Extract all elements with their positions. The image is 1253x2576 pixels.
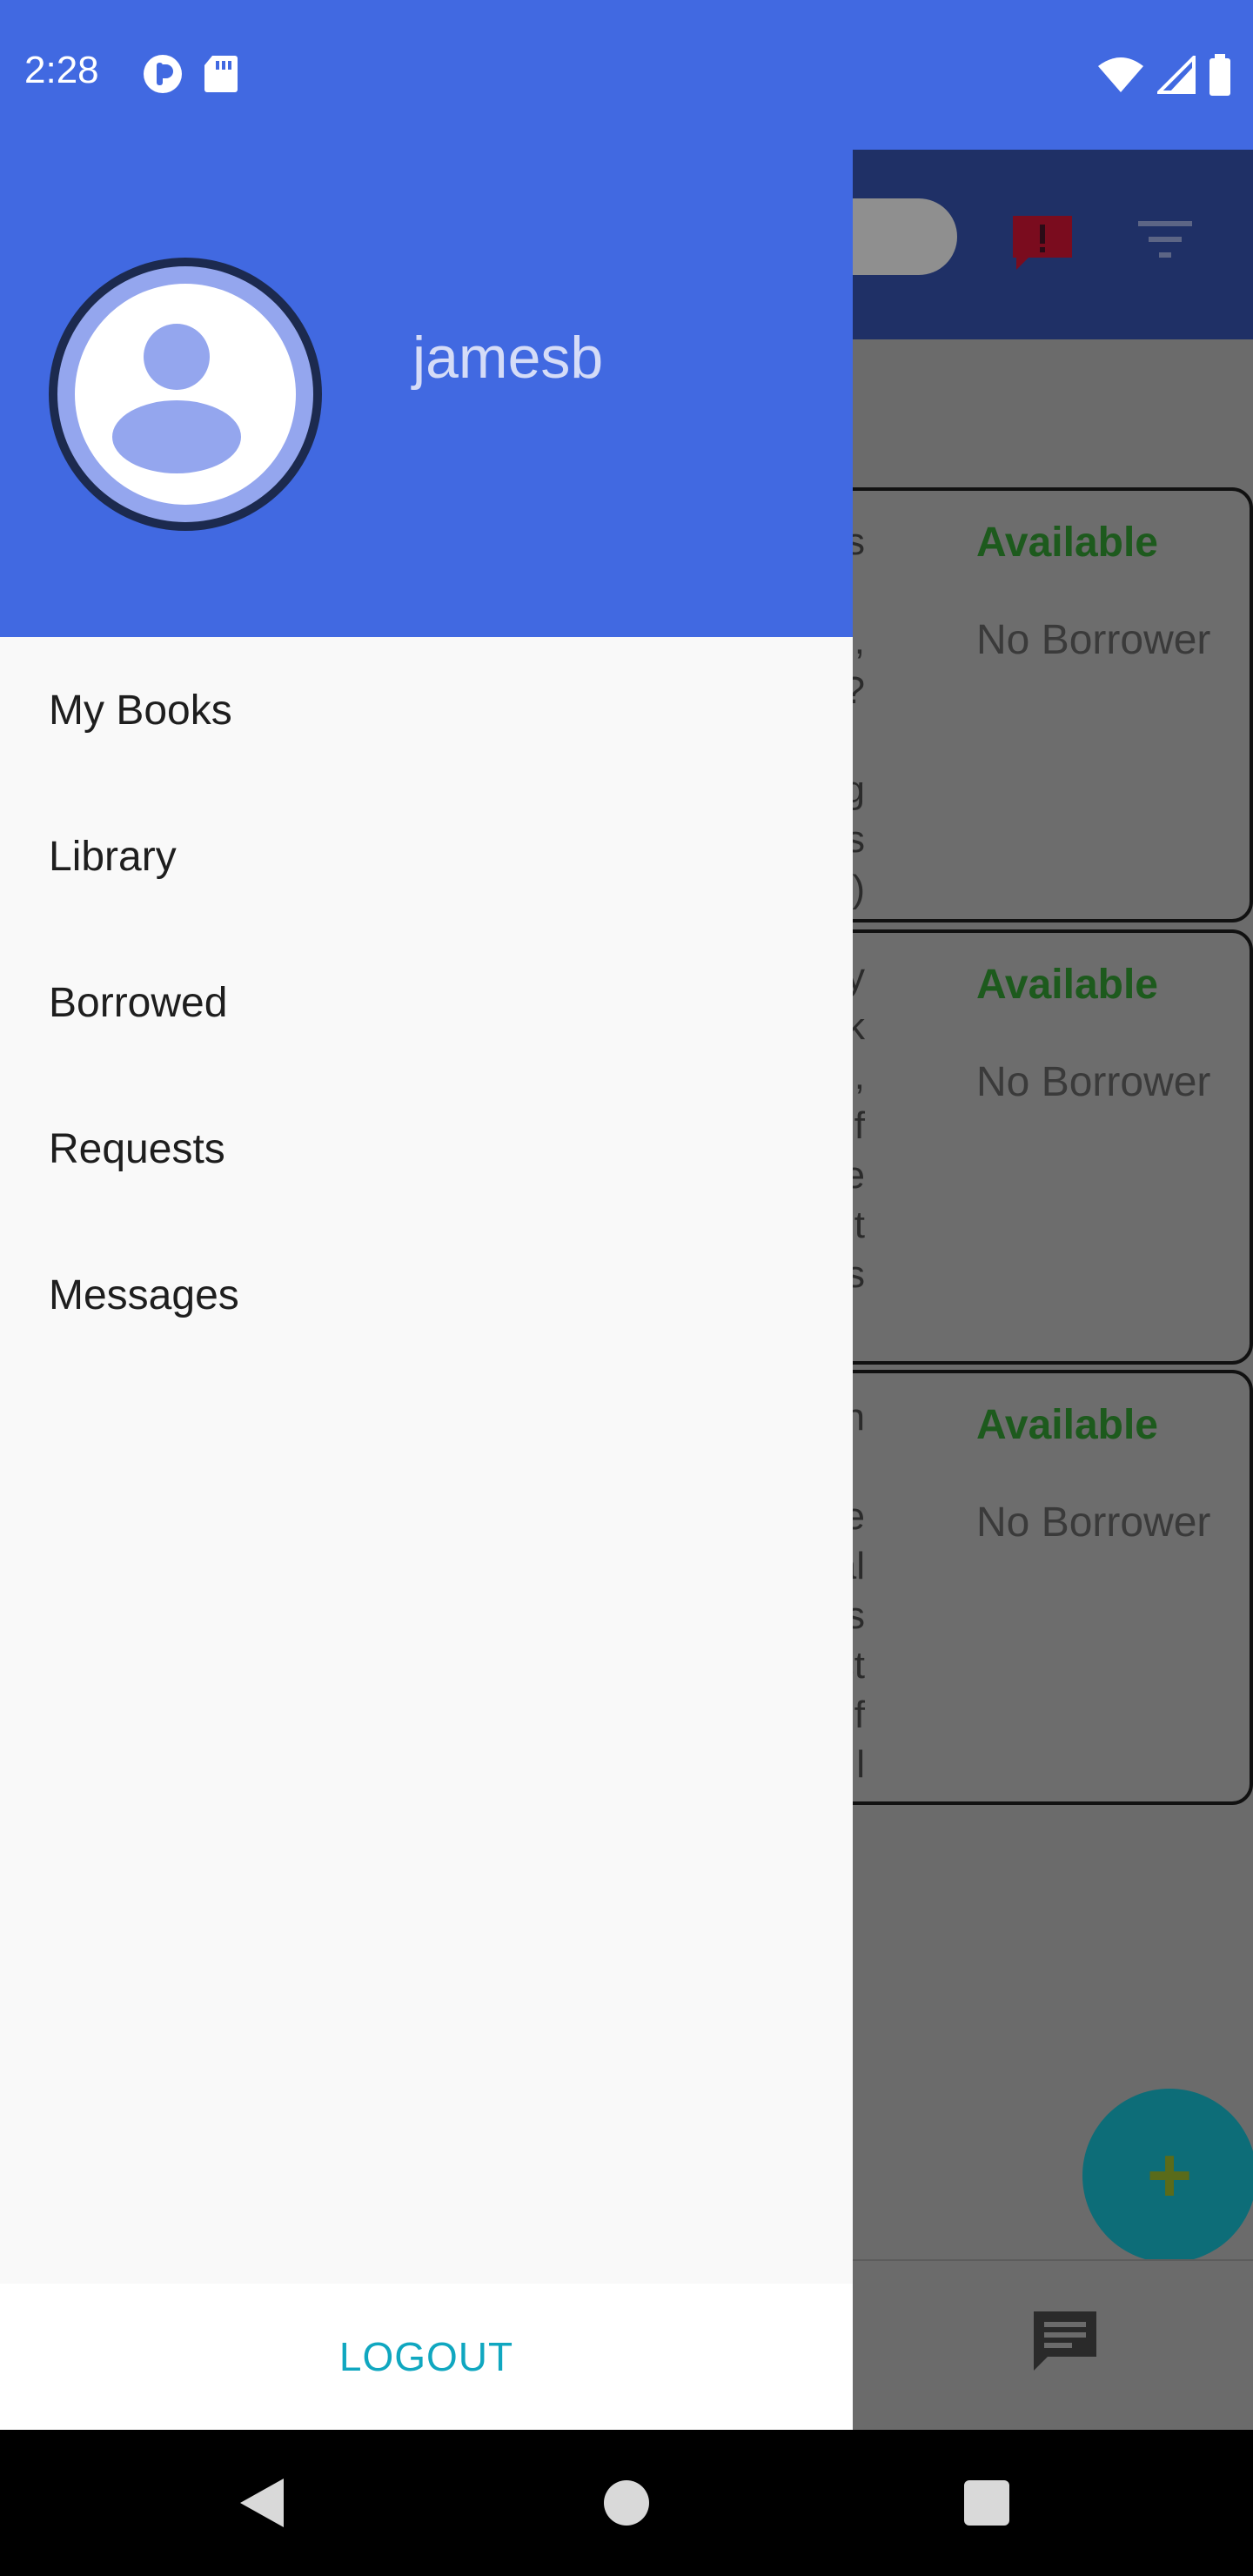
- recents-icon[interactable]: [964, 2480, 1009, 2526]
- status-bar: 2:28: [0, 0, 1253, 150]
- system-nav-bar: [0, 2430, 1253, 2576]
- borrower-text: No Borrower: [976, 1059, 1211, 1105]
- menu-item-borrowed[interactable]: Borrowed: [0, 929, 853, 1076]
- battery-icon: [1208, 54, 1232, 100]
- username: jamesb: [412, 325, 604, 391]
- chat-icon[interactable]: [1030, 2308, 1100, 2378]
- status-time: 2:28: [24, 49, 99, 91]
- status-badge: Available: [976, 1402, 1158, 1448]
- alert-icon[interactable]: [1009, 212, 1075, 278]
- wifi-icon: [1096, 56, 1145, 98]
- menu-item-requests[interactable]: Requests: [0, 1076, 853, 1222]
- user-icon: [75, 284, 296, 505]
- menu-item-my-books[interactable]: My Books: [0, 637, 853, 783]
- tumblr-app-icon: [143, 54, 183, 98]
- avatar-ring: [57, 266, 313, 522]
- menu-item-library[interactable]: Library: [0, 783, 853, 929]
- status-left-icons: [143, 54, 238, 98]
- status-badge: Available: [976, 520, 1158, 566]
- status-badge: Available: [976, 962, 1158, 1008]
- book-card[interactable]: fty rk o, s of ne out joys Available No …: [783, 929, 1253, 1365]
- drawer-menu: My Books Library Borrowed Requests Messa…: [0, 637, 853, 1368]
- back-icon[interactable]: [237, 2475, 287, 2535]
- status-right-icons: [1096, 53, 1232, 100]
- add-book-button[interactable]: +: [1082, 2089, 1253, 2263]
- book-card[interactable]: gh the al s st elf l Available No Borrow…: [783, 1370, 1253, 1805]
- sd-card-icon: [204, 54, 238, 98]
- logout-button[interactable]: LOGOUT: [339, 2333, 513, 2380]
- avatar[interactable]: [49, 258, 322, 531]
- menu-item-messages[interactable]: Messages: [0, 1222, 853, 1368]
- signal-icon: [1155, 53, 1196, 98]
- borrower-text: No Borrower: [976, 1499, 1211, 1546]
- navigation-drawer: jamesb My Books Library Borrowed Request…: [0, 0, 853, 2430]
- drawer-footer: LOGOUT: [0, 2284, 853, 2430]
- home-icon[interactable]: [604, 2480, 649, 2526]
- book-card[interactable]: y"s ure, s? g dy"s fter) Available No Bo…: [783, 487, 1253, 922]
- borrower-text: No Borrower: [976, 617, 1211, 663]
- filter-icon[interactable]: [1138, 221, 1192, 264]
